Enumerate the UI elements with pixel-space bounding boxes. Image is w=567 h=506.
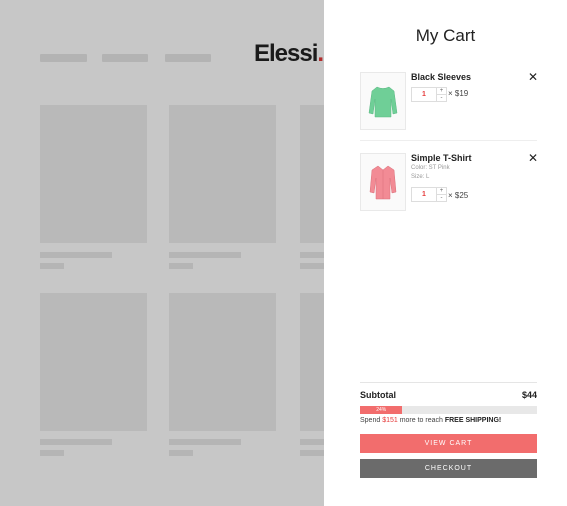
progress-fill: 24% [360,406,403,414]
product-thumbnail[interactable] [360,153,406,211]
product-thumbnail[interactable] [360,72,406,130]
quantity-decrease-button[interactable]: - [437,195,446,201]
free-shipping-text: FREE SHIPPING! [444,417,502,424]
quantity-stepper[interactable]: 1 + - [411,87,447,102]
item-price: × $25 [448,191,469,200]
item-price: × $19 [448,89,469,98]
item-name[interactable]: Simple T-Shirt [411,153,472,163]
sweater-image [368,86,398,118]
quantity-decrease-button[interactable]: - [437,95,446,101]
item-divider [360,140,537,141]
checkout-button[interactable]: CHECKOUT [360,459,537,478]
quantity-increase-button[interactable]: + [437,188,446,195]
subtotal-label: Subtotal [360,390,396,400]
footer-divider [360,382,537,383]
cart-drawer: My Cart Black Sleeves ✕ 1 + - × $19 Simp… [324,0,567,506]
quantity-input[interactable]: 1 [412,188,436,201]
cart-title: My Cart [415,26,476,45]
progress-percent: 24% [376,407,387,413]
subtotal-value: $44 [521,390,537,400]
remove-item-icon[interactable]: ✕ [528,152,538,164]
shipping-amount: $151 [382,417,398,424]
item-color: Color: ST Pink [411,165,450,171]
shipping-message: Spend $151 more to reach FREE SHIPPING! [360,417,502,424]
quantity-input[interactable]: 1 [412,88,436,101]
cart-item: Simple T-Shirt ✕ Color: ST Pink Size: L … [360,152,538,213]
quantity-buttons: + - [436,88,446,101]
quantity-buttons: + - [436,188,446,201]
free-shipping-progress: 24% [360,406,537,414]
view-cart-button[interactable]: VIEW CART [360,434,537,453]
quantity-stepper[interactable]: 1 + - [411,187,447,202]
item-name[interactable]: Black Sleeves [411,72,471,82]
item-size: Size: L [411,174,430,180]
cart-item: Black Sleeves ✕ 1 + - × $19 [360,71,538,132]
shirt-image [369,165,397,200]
quantity-increase-button[interactable]: + [437,88,446,95]
remove-item-icon[interactable]: ✕ [528,71,538,83]
